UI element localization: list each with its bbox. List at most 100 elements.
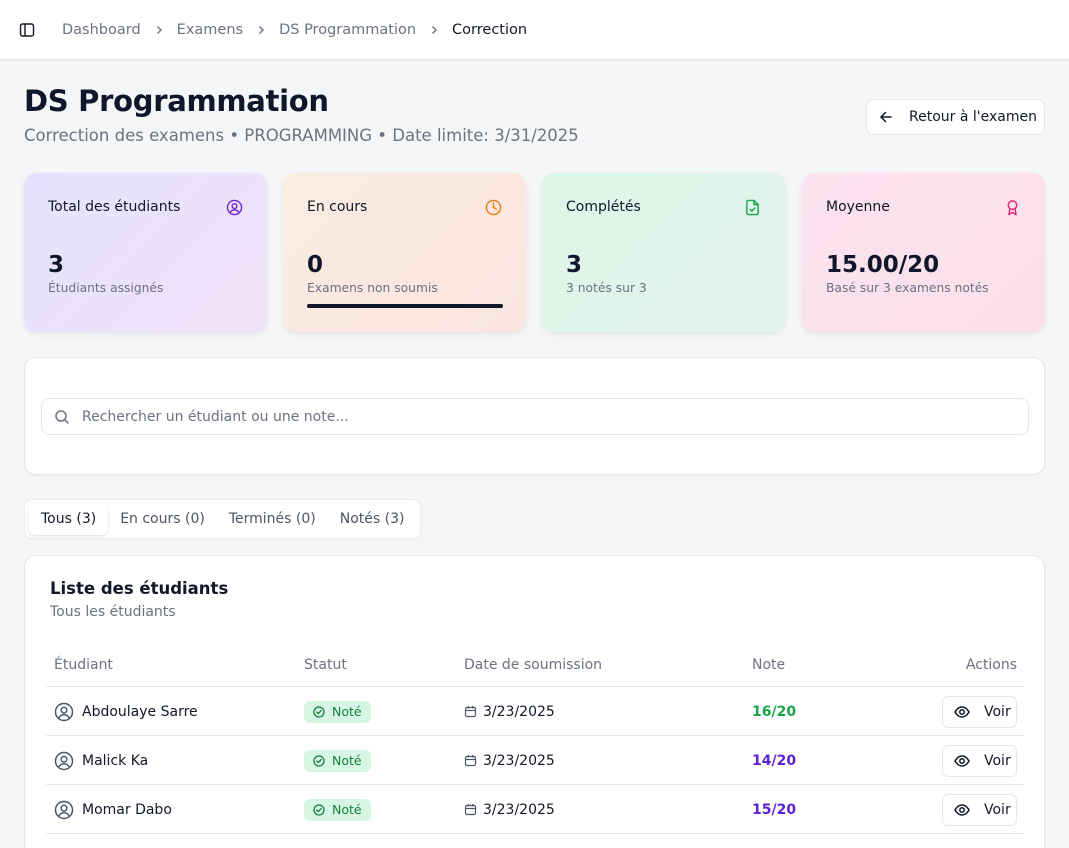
stat-card-average: Moyenne 15.00/20 Basé sur 3 examens noté… — [802, 173, 1045, 332]
grade-value: 16/20 — [752, 703, 797, 720]
student-name: Malick Ka — [82, 752, 149, 769]
student-name: Abdoulaye Sarre — [82, 703, 198, 720]
grade-value: 14/20 — [752, 752, 797, 769]
view-button-label: Voir — [984, 753, 1011, 769]
chevron-right-icon — [429, 25, 439, 35]
submission-date: 3/23/2025 — [483, 801, 555, 818]
page-title: DS Programmation — [24, 84, 329, 118]
grade-cell: 15/20 — [752, 785, 796, 834]
calendar-icon — [464, 755, 477, 767]
eye-icon — [954, 755, 970, 767]
status-badge: Noté — [304, 749, 371, 772]
search-box[interactable] — [41, 398, 1029, 435]
progress-bar — [307, 304, 503, 308]
back-button-label: Retour à l'examen — [909, 109, 1037, 125]
status-label: Noté — [332, 704, 362, 719]
page-subtitle: Correction des examens • PROGRAMMING • D… — [24, 126, 579, 145]
table-row: Momar Dabo Noté 3/23/2025 15/20 Voir — [46, 785, 1024, 834]
tab-in-progress[interactable]: En cours (0) — [108, 503, 217, 535]
grade-cell: 14/20 — [752, 736, 796, 785]
file-check-icon — [746, 199, 759, 216]
stat-value: 3 — [48, 252, 65, 278]
status-cell: Noté — [304, 687, 371, 736]
breadcrumb-examens[interactable]: Examens — [177, 22, 243, 38]
stat-card-total: Total des étudiants 3 Étudiants assignés — [24, 173, 267, 332]
breadcrumb-current: Correction — [452, 21, 528, 38]
stat-label: Total des étudiants — [48, 199, 181, 215]
calendar-icon — [464, 804, 477, 816]
check-circle-icon — [313, 803, 325, 816]
column-header-grade: Note — [752, 657, 786, 673]
column-header-date: Date de soumission — [464, 657, 603, 673]
view-button[interactable]: Voir — [942, 745, 1017, 777]
filter-tabs: Tous (3) En cours (0) Terminés (0) Notés… — [24, 499, 422, 539]
arrow-left-icon — [880, 111, 892, 123]
grade-cell: 16/20 — [752, 687, 796, 736]
stat-card-completed: Complétés 3 3 notés sur 3 — [542, 173, 785, 332]
stat-label: En cours — [307, 199, 368, 215]
date-cell: 3/23/2025 — [464, 687, 555, 736]
grade-value: 15/20 — [752, 801, 797, 818]
stat-value: 3 — [566, 252, 583, 278]
column-header-student: Étudiant — [54, 657, 113, 673]
user-circle-icon — [54, 751, 74, 770]
user-circle-icon — [226, 199, 243, 216]
status-label: Noté — [332, 802, 362, 817]
view-button[interactable]: Voir — [942, 794, 1017, 826]
submission-date: 3/23/2025 — [483, 703, 555, 720]
stat-card-in-progress: En cours 0 Examens non soumis — [283, 173, 526, 332]
list-subtitle: Tous les étudiants — [50, 604, 176, 620]
tab-finished[interactable]: Terminés (0) — [217, 503, 328, 535]
search-input[interactable] — [82, 408, 982, 425]
status-badge: Noté — [304, 700, 371, 723]
clock-icon — [485, 199, 502, 216]
breadcrumb-dashboard[interactable]: Dashboard — [62, 22, 141, 38]
stat-value: 15.00/20 — [826, 252, 940, 278]
back-to-exam-button[interactable]: Retour à l'examen — [866, 99, 1045, 135]
chevron-right-icon — [256, 25, 266, 35]
sidebar-toggle-icon[interactable] — [18, 21, 36, 39]
column-header-actions: Actions — [965, 657, 1017, 673]
tab-all[interactable]: Tous (3) — [29, 503, 109, 535]
stat-desc: 3 notés sur 3 — [566, 281, 647, 295]
student-cell: Malick Ka — [54, 736, 148, 785]
check-circle-icon — [313, 705, 325, 718]
view-button-label: Voir — [984, 704, 1011, 720]
list-title: Liste des étudiants — [50, 579, 229, 598]
date-cell: 3/23/2025 — [464, 785, 555, 834]
tab-graded[interactable]: Notés (3) — [328, 503, 417, 535]
top-bar: Dashboard Examens DS Programmation Corre… — [0, 0, 1069, 60]
status-badge: Noté — [304, 798, 371, 821]
student-cell: Abdoulaye Sarre — [54, 687, 198, 736]
status-cell: Noté — [304, 736, 371, 785]
date-cell: 3/23/2025 — [464, 736, 555, 785]
award-icon — [1007, 200, 1018, 216]
chevron-right-icon — [154, 25, 164, 35]
student-name: Momar Dabo — [82, 801, 172, 818]
breadcrumb-exam[interactable]: DS Programmation — [279, 22, 416, 38]
submission-date: 3/23/2025 — [483, 752, 555, 769]
student-cell: Momar Dabo — [54, 785, 172, 834]
stat-desc: Examens non soumis — [307, 281, 438, 295]
user-circle-icon — [54, 702, 74, 721]
breadcrumb: Dashboard Examens DS Programmation Corre… — [62, 22, 527, 38]
progress-fill — [307, 304, 503, 308]
table-header: Étudiant Statut Date de soumission Note … — [46, 647, 1024, 687]
stat-label: Complétés — [566, 199, 641, 215]
user-circle-icon — [54, 800, 74, 819]
student-list-card: Liste des étudiants Tous les étudiants É… — [24, 555, 1045, 848]
eye-icon — [954, 706, 970, 718]
search-icon — [55, 409, 69, 424]
status-label: Noté — [332, 753, 362, 768]
column-header-status: Statut — [304, 657, 347, 673]
table-row: Abdoulaye Sarre Noté 3/23/2025 16/20 Voi… — [46, 687, 1024, 736]
view-button[interactable]: Voir — [942, 696, 1017, 728]
stat-label: Moyenne — [826, 199, 890, 215]
status-cell: Noté — [304, 785, 371, 834]
stat-value: 0 — [307, 252, 324, 278]
search-card — [24, 357, 1045, 475]
stat-desc: Étudiants assignés — [48, 281, 164, 295]
check-circle-icon — [313, 754, 325, 767]
table-row: Malick Ka Noté 3/23/2025 14/20 Voir — [46, 736, 1024, 785]
stat-desc: Basé sur 3 examens notés — [826, 281, 989, 295]
